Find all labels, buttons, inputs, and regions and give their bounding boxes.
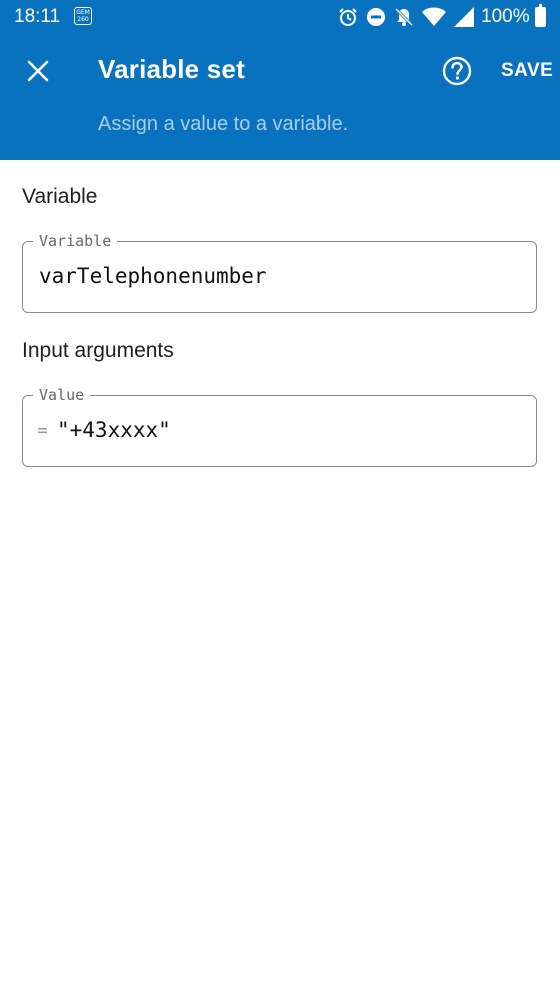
variable-field-value[interactable]: varTelephonenumber (39, 264, 267, 288)
value-field[interactable]: Value = "+43xxxx" (22, 385, 537, 467)
status-icons (338, 6, 474, 28)
value-field-value[interactable]: "+43xxxx" (57, 418, 171, 442)
save-button[interactable]: SAVE (501, 60, 553, 82)
page-title: Variable set (98, 54, 245, 84)
variable-field-legend: Variable (33, 231, 118, 251)
equals-prefix: = (37, 420, 48, 441)
input-arguments-label: Input arguments (22, 339, 174, 362)
app-header: 18:11 GEM 260 100% Variable set SAVE Ass… (0, 0, 560, 160)
notifications-off-icon (394, 7, 414, 27)
variable-field[interactable]: Variable varTelephonenumber (22, 231, 537, 313)
alarm-icon (339, 8, 357, 26)
wifi-icon (422, 7, 446, 26)
help-icon[interactable] (442, 56, 472, 86)
do-not-disturb-icon (367, 8, 385, 26)
status-time: 18:11 (14, 6, 61, 27)
battery-icon (535, 4, 546, 27)
status-bar: 18:11 GEM 260 100% (0, 0, 560, 34)
page-subtitle: Assign a value to a variable. (98, 113, 349, 135)
variable-section-label: Variable (22, 185, 98, 208)
sim-icon: GEM 260 (74, 7, 92, 25)
close-icon[interactable] (22, 55, 54, 87)
value-field-legend: Value (33, 385, 91, 405)
signal-icon (454, 7, 474, 27)
battery-percent: 100% (481, 6, 530, 27)
